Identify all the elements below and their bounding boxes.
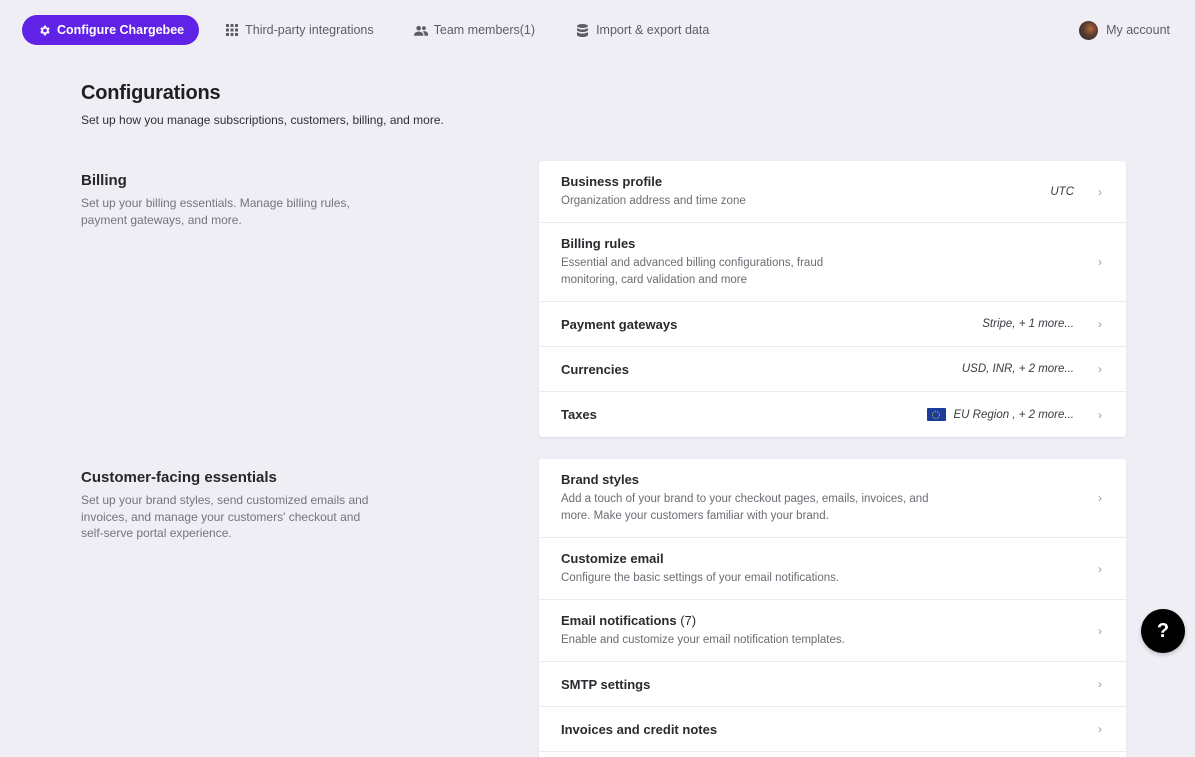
page-title: Configurations (81, 82, 221, 104)
section-description: Set up your billing essentials. Manage b… (81, 196, 350, 227)
database-icon (577, 23, 590, 37)
list-item-billing-rules[interactable]: Billing rules Essential and advanced bil… (539, 223, 1126, 302)
list-item-brand-styles[interactable]: Brand styles Add a touch of your brand t… (539, 459, 1126, 538)
item-title-wrapper: Email notifications (7) (561, 613, 1096, 628)
item-value-wrapper: EU Region , + 2 more... (926, 408, 1075, 421)
item-value: USD, INR, + 2 more... (961, 363, 1074, 375)
page-subtitle: Set up how you manage subscriptions, cus… (81, 113, 444, 127)
list-item-business-profile[interactable]: Business profile Organization address an… (539, 161, 1126, 223)
list-item-email-notifications[interactable]: Email notifications (7) Enable and custo… (539, 600, 1126, 662)
nav-configure-chargebee[interactable]: Configure Chargebee (22, 15, 200, 45)
list-item-smtp-settings[interactable]: SMTP settings › (539, 662, 1126, 707)
item-value: UTC (1050, 185, 1074, 198)
item-value: Stripe, + 1 more... (982, 318, 1074, 330)
chevron-right-icon: › (1098, 362, 1102, 376)
item-description: Essential and advanced billing configura… (561, 257, 824, 286)
item-title: Currencies (561, 361, 629, 377)
section-description: Set up your brand styles, send customize… (81, 493, 369, 540)
list-item-invoices-credit-notes[interactable]: Invoices and credit notes › (539, 707, 1126, 752)
item-value: EU Region , + 2 more... (953, 408, 1075, 421)
grid-icon (226, 23, 239, 37)
chevron-right-icon: › (1098, 407, 1102, 422)
item-title: Customize email (561, 550, 664, 566)
section-title: Customer-facing essentials (81, 469, 277, 486)
chevron-right-icon: › (1098, 623, 1102, 638)
eu-flag-icon (926, 408, 946, 421)
list-item-customize-email[interactable]: Customize email Configure the basic sett… (539, 538, 1126, 600)
nav-team-label: Team members(1) (433, 23, 536, 37)
nav-integrations-label: Third-party integrations (245, 23, 374, 37)
chevron-right-icon: › (1098, 491, 1102, 505)
section-title: Billing (81, 172, 127, 189)
chevron-right-icon: › (1098, 561, 1102, 576)
item-title: Brand styles (561, 472, 640, 487)
item-title: Billing rules (561, 236, 636, 251)
item-title: Invoices and credit notes (561, 721, 718, 737)
item-count: (7) (680, 612, 697, 628)
item-title: SMTP settings (561, 676, 651, 692)
chevron-right-icon: › (1098, 722, 1102, 736)
chevron-right-icon: › (1098, 255, 1102, 269)
billing-section-info: Billing Set up your billing essentials. … (81, 172, 381, 228)
item-title: Business profile (561, 173, 663, 189)
item-title: Email notifications (561, 612, 677, 628)
question-mark-icon: ? (1156, 619, 1170, 642)
customer-facing-card: Brand styles Add a touch of your brand t… (539, 459, 1126, 757)
people-icon (413, 24, 428, 37)
chevron-right-icon: › (1098, 677, 1102, 691)
nav-configure-label: Configure Chargebee (57, 23, 185, 37)
gear-icon (38, 24, 51, 37)
item-title: Taxes (561, 407, 597, 422)
page-header: Configurations Set up how you manage sub… (81, 82, 444, 127)
list-item-taxes[interactable]: Taxes EU Region , + 2 more... › (539, 392, 1126, 437)
customer-facing-section-info: Customer-facing essentials Set up your b… (81, 469, 381, 542)
nav-team-members[interactable]: Team members(1) (413, 15, 536, 45)
avatar (1079, 20, 1099, 40)
help-button[interactable]: ? (1141, 609, 1185, 653)
item-description: Enable and customize your email notifica… (561, 633, 845, 646)
item-description: Organization address and time zone (561, 194, 746, 207)
item-description: Add a touch of your brand to your checko… (561, 493, 929, 522)
chevron-right-icon: › (1098, 184, 1102, 199)
my-account-button[interactable]: My account (1079, 15, 1170, 45)
nav-import-export-label: Import & export data (596, 23, 710, 37)
nav-import-export[interactable]: Import & export data (577, 15, 709, 45)
item-description: Configure the basic settings of your ema… (561, 571, 840, 584)
billing-card: Business profile Organization address an… (539, 161, 1126, 437)
list-item-payment-gateways[interactable]: Payment gateways Stripe, + 1 more... › (539, 302, 1126, 347)
item-title: Payment gateways (561, 316, 678, 332)
nav-third-party-integrations[interactable]: Third-party integrations (226, 15, 374, 45)
chevron-right-icon: › (1098, 317, 1102, 331)
list-item-currencies[interactable]: Currencies USD, INR, + 2 more... › (539, 347, 1126, 392)
my-account-label: My account (1106, 23, 1170, 37)
top-navigation: Configure Chargebee Third-party integrat… (22, 15, 1170, 45)
